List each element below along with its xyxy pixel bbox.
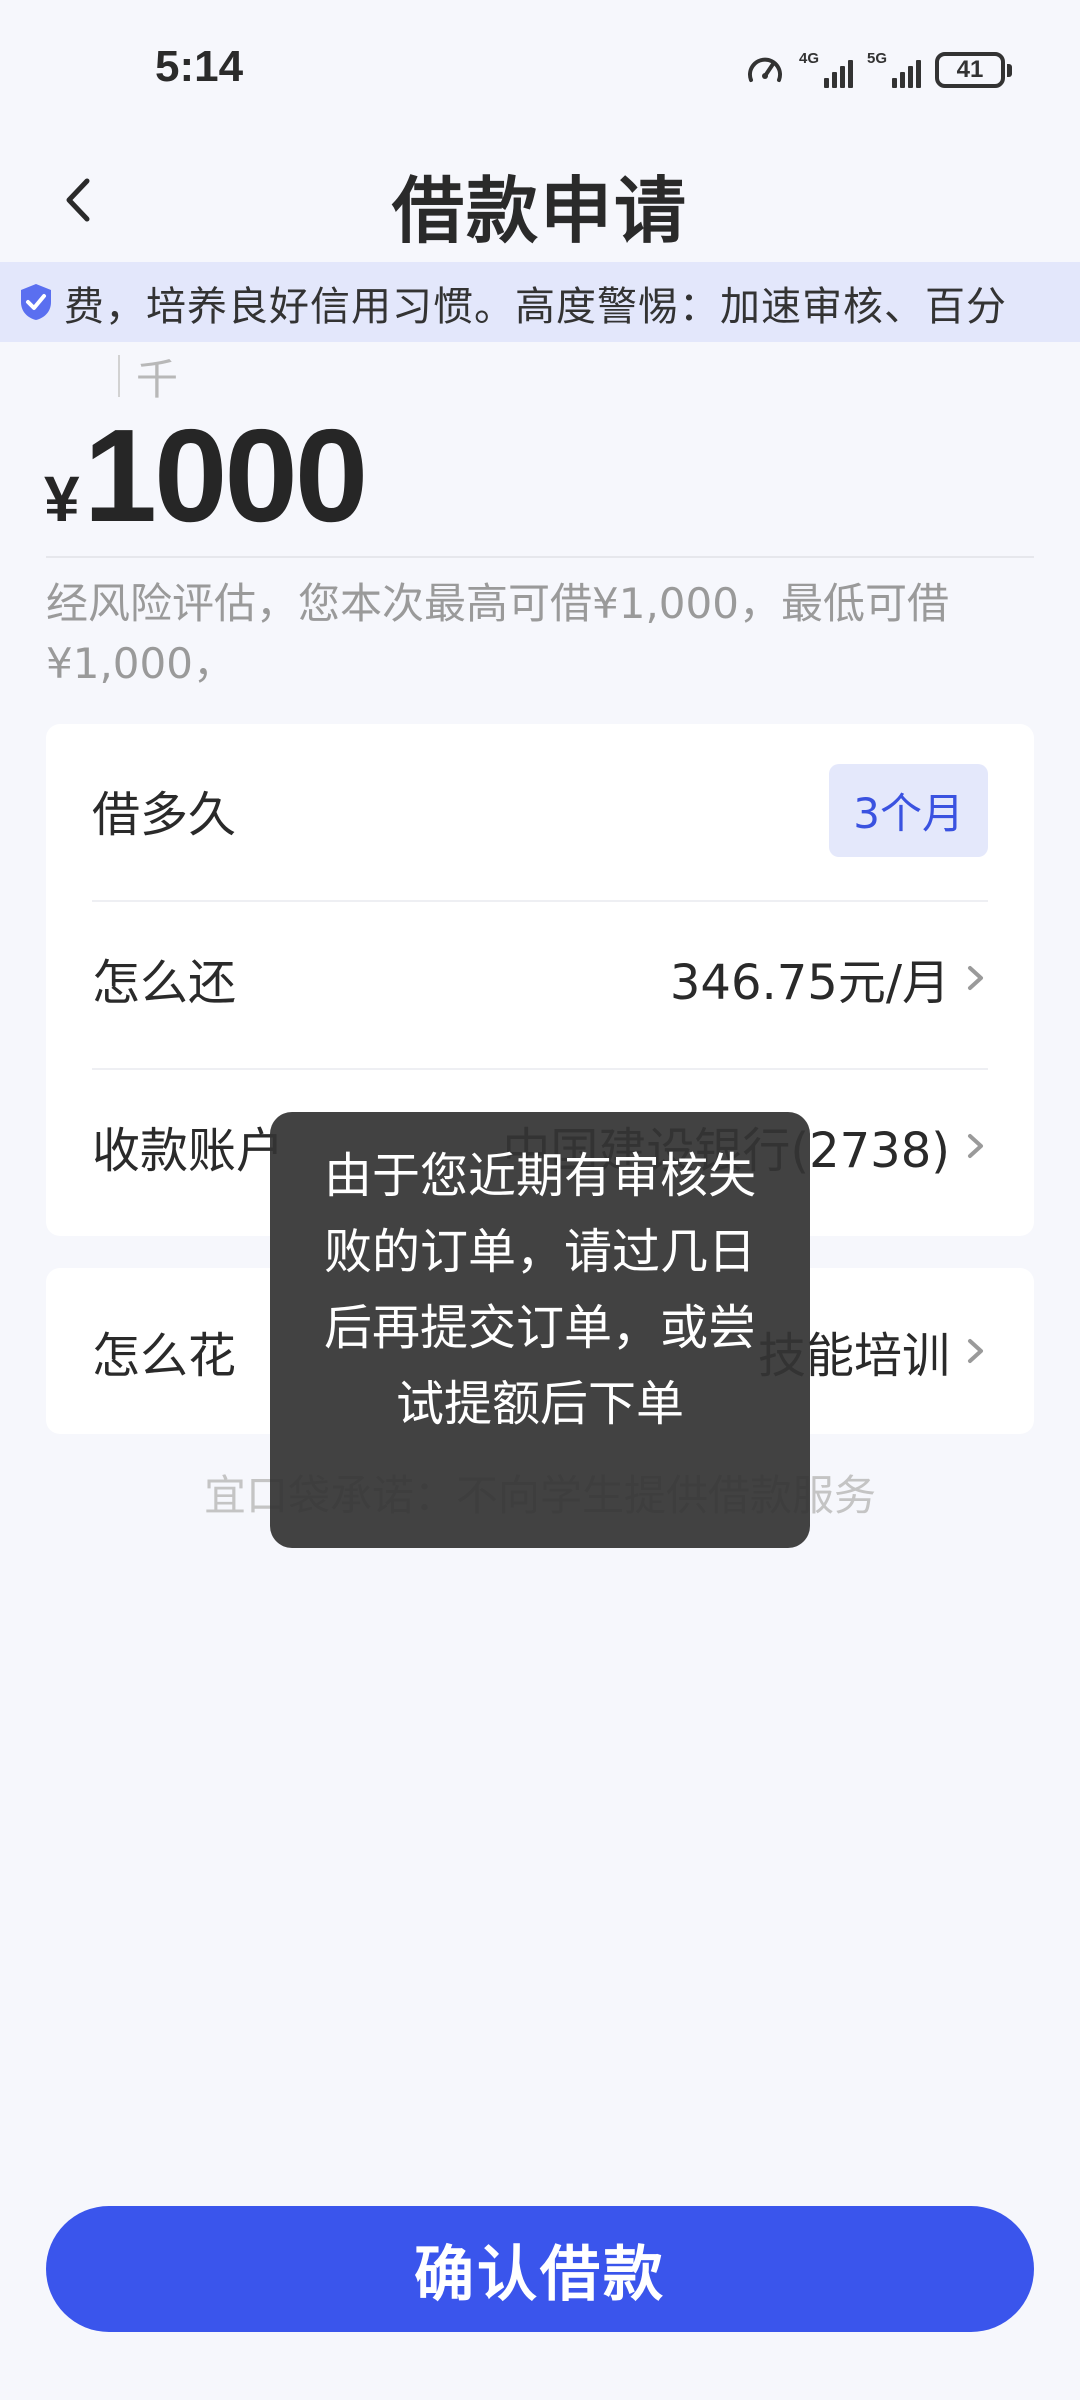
chevron-right-icon: [968, 1339, 983, 1363]
data-speed-icon: [748, 57, 782, 82]
amount-input[interactable]: ¥ 1000: [44, 400, 369, 551]
notice-marquee: 费，培养良好信用习惯。高度警惕：加速审核、百分: [0, 262, 1080, 342]
status-bar: 5:14 4G 5G 41: [0, 0, 1080, 140]
repay-value: 346.75元/月: [669, 955, 950, 1011]
term-label: 借多久: [92, 787, 237, 843]
amount-value: 1000: [83, 402, 369, 549]
battery-level: 41: [956, 56, 984, 83]
repay-value-wrap: 346.75元/月: [670, 943, 988, 1013]
term-chip[interactable]: 3个月: [829, 763, 988, 857]
amount-unit-hint: 千: [118, 346, 178, 406]
network-type-label: 5G: [867, 50, 888, 67]
unit-label: 千: [136, 354, 179, 404]
network-type-label: 4G: [799, 50, 820, 67]
page-title: 借款申请: [391, 169, 688, 253]
signal-4g-icon: 4G: [799, 50, 853, 90]
repay-label: 怎么还: [92, 955, 237, 1011]
divider: [92, 900, 988, 902]
signal-5g-icon: 5G: [867, 50, 921, 90]
divider: [46, 556, 1034, 558]
battery-icon: 41: [935, 52, 1012, 88]
status-icons: 4G 5G 41: [745, 48, 1012, 92]
notice-text: 费，培养良好信用习惯。高度警惕：加速审核、百分: [64, 284, 1007, 330]
loan-term-row: 借多久 3个月: [92, 760, 988, 860]
confirm-loan-button[interactable]: 确认借款: [46, 2206, 1034, 2332]
shield-check-icon: [21, 284, 51, 320]
currency-symbol: ¥: [44, 463, 80, 535]
navigation-bar: 借款申请: [0, 140, 1080, 260]
input-cursor: [118, 355, 120, 397]
risk-assessment-text: 经风险评估，您本次最高可借¥1,000，最低可借¥1,000，: [46, 579, 949, 688]
toast-message: 由于您近期有审核失败的订单，请过几日后再提交订单，或尝试提额后下单: [270, 1112, 810, 1548]
chevron-right-icon: [968, 1134, 983, 1158]
account-label: 收款账户: [92, 1123, 285, 1179]
status-time: 5:14: [155, 42, 244, 91]
usage-label: 怎么花: [92, 1328, 237, 1384]
repayment-row[interactable]: 怎么还 346.75元/月: [92, 920, 988, 1036]
chevron-right-icon: [968, 966, 983, 990]
divider: [92, 1068, 988, 1070]
